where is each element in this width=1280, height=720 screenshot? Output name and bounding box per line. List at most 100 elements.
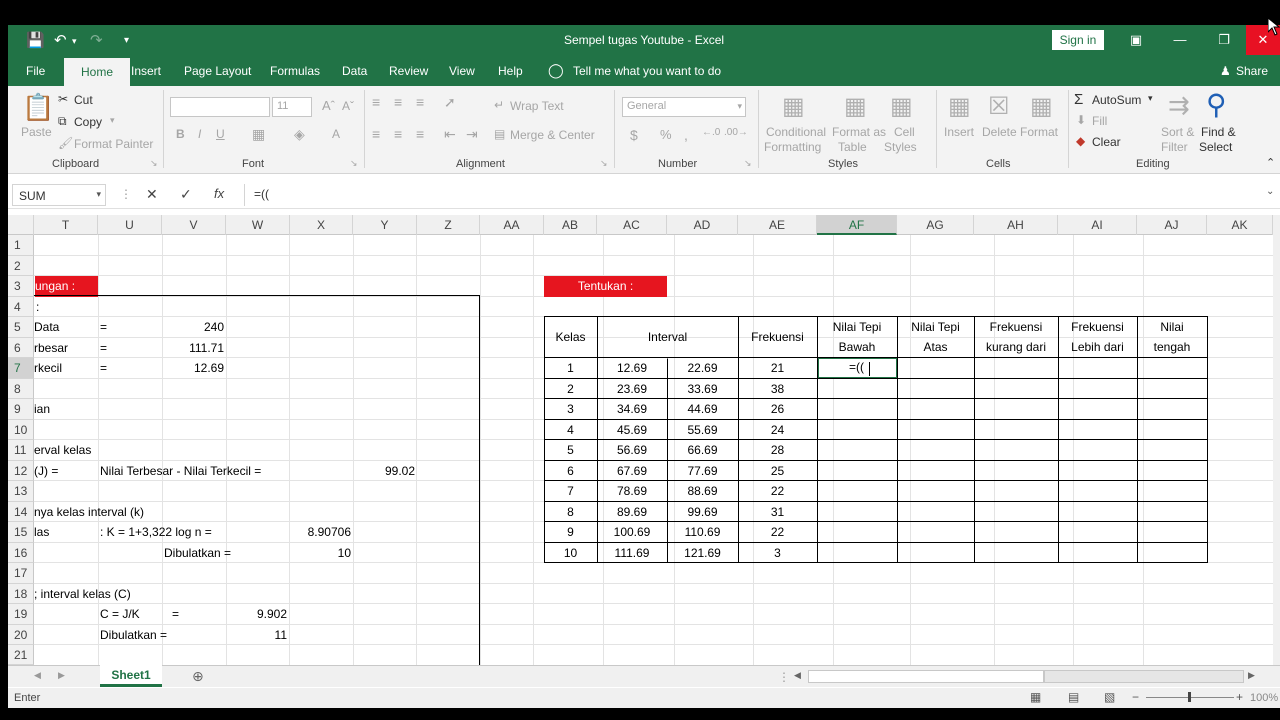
zoom-slider-thumb[interactable] [1188,692,1191,702]
paste-icon[interactable]: 📋 [22,92,54,123]
autosum-dropdown-icon[interactable]: ▾ [1148,93,1153,104]
align-center-icon[interactable]: ≡ [394,126,402,142]
font-launcher-icon[interactable]: ↘ [350,158,358,169]
sort-filter-button[interactable]: Sort & [1161,125,1194,139]
page-break-view-icon[interactable]: ▧ [1104,690,1115,704]
tab-help[interactable]: Help [498,64,523,78]
number-format-combo[interactable]: General ▾ [622,97,746,117]
find-select-button-line2[interactable]: Select [1199,140,1232,154]
vertical-scrollbar[interactable] [1273,215,1280,665]
expand-formula-bar-icon[interactable]: ⌄ [1266,186,1274,197]
insert-cells-button[interactable]: Insert [944,125,974,139]
clipboard-launcher-icon[interactable]: ↘ [150,158,158,169]
percent-icon[interactable]: % [660,127,672,142]
merge-center-button[interactable]: Merge & Center [510,128,595,142]
conditional-formatting-icon[interactable]: ▦ [782,92,805,121]
format-painter-icon[interactable]: 🖌 [58,136,73,150]
sign-in-button[interactable]: Sign in [1052,30,1104,50]
cell-styles-button[interactable]: Cell [894,125,915,139]
decrease-decimal-icon[interactable]: .00→ [724,127,748,138]
tab-file[interactable]: File [26,64,45,78]
page-layout-view-icon[interactable]: ▤ [1068,690,1079,704]
align-left-icon[interactable]: ≡ [372,126,380,142]
clear-button[interactable]: Clear [1092,135,1121,149]
delete-cells-icon[interactable]: ☒ [988,92,1010,121]
zoom-out-icon[interactable]: − [1132,690,1139,704]
bold-icon[interactable]: B [176,127,185,141]
format-as-table-button[interactable]: Format as [832,125,886,139]
format-cells-icon[interactable]: ▦ [1030,92,1053,121]
italic-icon[interactable]: I [198,127,201,141]
cell-styles-button-line2[interactable]: Styles [884,140,917,154]
formula-input[interactable]: =(( [254,187,269,201]
number-launcher-icon[interactable]: ↘ [744,158,752,169]
format-cells-button[interactable]: Format [1020,125,1058,139]
hscroll-left-icon[interactable]: ◀ [794,670,801,681]
cut-button[interactable]: Cut [74,93,93,107]
tab-data[interactable]: Data [342,64,367,78]
decrease-indent-icon[interactable]: ⇤ [444,126,456,143]
paste-button[interactable]: Paste [21,125,52,139]
worksheet-grid[interactable]: T U V W X Y Z AA AB AC AD AE AF AG AH AI… [8,215,1280,665]
find-select-button[interactable]: Find & [1201,125,1236,139]
delete-cells-button[interactable]: Delete [982,125,1017,139]
enter-icon[interactable]: ✓ [180,186,192,203]
fill-color-icon[interactable]: ◈ [294,126,305,143]
horizontal-scroll-thumb-area[interactable] [808,670,1044,683]
shrink-font-icon[interactable]: Aˇ [342,99,354,113]
top-align-icon[interactable]: ≡ [372,94,380,110]
zoom-level[interactable]: 100% [1250,692,1278,704]
middle-align-icon[interactable]: ≡ [394,94,402,110]
autosum-icon[interactable]: Σ [1074,91,1083,108]
fill-icon[interactable]: ⬇ [1076,113,1086,127]
hscroll-right-icon[interactable]: ▶ [1248,670,1255,681]
scroll-right-icon[interactable]: ▶ [58,670,65,681]
restore-button[interactable]: ❐ [1202,25,1246,55]
copy-dropdown-icon[interactable]: ▾ [110,115,115,126]
copy-button[interactable]: Copy [74,115,102,129]
tab-review[interactable]: Review [389,64,428,78]
align-right-icon[interactable]: ≡ [416,126,424,142]
horizontal-scroll-thumb[interactable] [1044,670,1244,683]
format-as-table-button-line2[interactable]: Table [838,140,867,154]
normal-view-icon[interactable]: ▦ [1030,690,1041,704]
cut-icon[interactable]: ✂ [58,92,68,106]
tab-insert[interactable]: Insert [131,64,161,78]
currency-icon[interactable]: $ [630,127,638,143]
alignment-launcher-icon[interactable]: ↘ [600,158,608,169]
tell-me-search[interactable]: Tell me what you want to do [573,64,721,78]
conditional-formatting-button-line2[interactable]: Formatting [764,140,821,154]
new-sheet-icon[interactable]: ⊕ [192,668,204,685]
minimize-button[interactable]: — [1158,25,1202,55]
insert-function-icon[interactable]: fx [214,186,224,201]
increase-indent-icon[interactable]: ⇥ [466,126,478,143]
collapse-ribbon-icon[interactable]: ⌃ [1266,156,1275,169]
format-painter-button[interactable]: Format Painter [74,137,153,151]
cell-styles-icon[interactable]: ▦ [890,92,913,121]
chevron-down-icon[interactable]: ▾ [96,189,101,200]
cancel-icon[interactable]: ✕ [146,186,158,203]
insert-cells-icon[interactable]: ▦ [948,92,971,121]
name-box[interactable]: SUM ▾ [12,184,106,206]
conditional-formatting-button[interactable]: Conditional [766,125,826,139]
copy-icon[interactable]: ⧉ [58,114,67,129]
merge-icon[interactable]: ▤ [494,127,505,141]
tab-split-grip[interactable]: ⋮ [778,670,790,684]
sort-filter-button-line2[interactable]: Filter [1161,140,1188,154]
bottom-align-icon[interactable]: ≡ [416,94,424,110]
wrap-text-icon[interactable]: ↵ [494,98,504,112]
share-button[interactable]: Share [1236,64,1268,78]
ribbon-display-icon[interactable]: ▣ [1114,25,1158,55]
font-size-combo[interactable]: 11 [272,97,312,117]
sort-filter-icon[interactable]: ⇉ [1168,90,1190,121]
wrap-text-button[interactable]: Wrap Text [510,99,564,113]
grow-font-icon[interactable]: Aˆ [322,98,335,113]
eraser-icon[interactable]: ◆ [1076,134,1085,148]
tab-home[interactable]: Home [64,58,130,86]
underline-icon[interactable]: U [216,127,225,141]
zoom-in-icon[interactable]: + [1236,690,1243,704]
increase-decimal-icon[interactable]: ←.0 [702,127,720,138]
format-as-table-icon[interactable]: ▦ [844,92,867,121]
comma-icon[interactable]: , [684,127,688,143]
sheet-tab-sheet1[interactable]: Sheet1 [100,665,162,687]
